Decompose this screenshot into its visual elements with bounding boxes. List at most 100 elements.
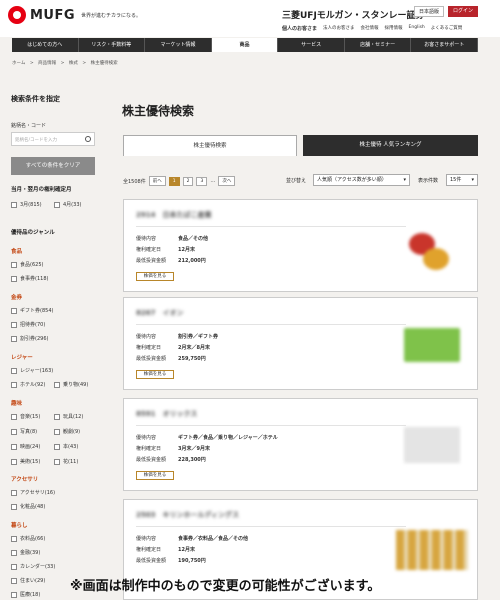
link-personal[interactable]: 個人のお客さま [282,25,317,32]
nav-beginners[interactable]: はじめての方へ [12,38,79,52]
card-title[interactable]: 2914 日本たばこ産業 [136,210,211,220]
checkbox-icon[interactable] [11,591,17,598]
checkbox-invitation[interactable]: 招待券(70) [11,321,45,328]
nav-support[interactable]: お客さまサポート [411,38,479,52]
checkbox-hotel[interactable]: ホテル(92) [11,381,45,388]
checkbox-toy[interactable]: 玩具(12) [54,413,83,420]
checkbox-flower[interactable]: 花(11) [54,458,78,465]
card-title[interactable]: 2503 キリンホールディングス [136,510,239,520]
search-input[interactable]: 銘柄名/コードを入力 [11,132,95,146]
checkbox-cosmetics[interactable]: 化粧品(48) [11,503,45,510]
checkbox-icon[interactable] [11,563,17,570]
result-card[interactable]: 8591 オリックス 優待内容 ギフト券／食品／乗り物／レジャー／ホテル 権利確定… [123,398,478,491]
checkbox-art[interactable]: 美術(15) [11,458,40,465]
checkbox-icon[interactable] [11,321,17,328]
page-3[interactable]: 3 [196,176,208,186]
checkbox-label: 本(43) [63,444,79,450]
login-button[interactable]: ログイン [448,6,478,17]
checkbox-transport[interactable]: 乗り物(49) [54,381,88,388]
checkbox-month-4[interactable]: 4月(33) [54,201,81,208]
link-company[interactable]: 会社情報 [361,25,379,32]
checkbox-icon[interactable] [11,307,17,314]
checkbox-icon[interactable] [11,381,17,388]
checkbox-icon[interactable] [54,443,60,450]
japanese-button[interactable]: 日本語版 [414,6,444,17]
checkbox-icon[interactable] [11,261,17,268]
checkbox-label: ホテル(92) [20,382,46,388]
checkbox-housing[interactable]: 住まい(29) [11,577,45,584]
mufg-logo[interactable]: MUFG 世界が進むチカラになる。 [8,6,141,24]
checkbox-icon[interactable] [11,443,17,450]
nav-services[interactable]: サービス [278,38,345,52]
chevron-down-icon: ▾ [471,177,474,183]
link-english[interactable]: English [409,25,425,32]
card-title[interactable]: 8591 オリックス [136,409,197,419]
nav-market[interactable]: マーケット情報 [145,38,212,52]
tab-search[interactable]: 株主優待検索 [123,135,297,156]
checkbox-label: 住まい(29) [20,578,46,584]
link-faq[interactable]: よくあるご質問 [431,25,463,32]
checkbox-gift[interactable]: ギフト券(854) [11,307,53,314]
checkbox-calendar[interactable]: カレンダー(33) [11,563,55,570]
checkbox-theater[interactable]: 観劇(9) [54,428,80,435]
checkbox-icon[interactable] [11,549,17,556]
row-key: 優待内容 [136,334,157,340]
next-button[interactable]: 次へ [218,176,236,186]
checkbox-finance[interactable]: 金融(39) [11,549,40,556]
checkbox-food[interactable]: 食品(625) [11,261,43,268]
checkbox-icon[interactable] [11,275,17,282]
checkbox-icon[interactable] [11,367,17,374]
sort-select[interactable]: 人気順（アクセス数が多い順） ▾ [313,174,410,186]
checkbox-leisure[interactable]: レジャー(163) [11,367,53,374]
row-value: 228,300円 [178,457,206,463]
checkbox-icon[interactable] [11,535,17,542]
checkbox-movie[interactable]: 映画(24) [11,443,40,450]
checkbox-clothing[interactable]: 衣料品(66) [11,535,45,542]
link-recruit[interactable]: 採用情報 [385,25,403,32]
result-card[interactable]: 2914 日本たばこ産業 優待内容 食品／その他 権利確定日 12月末 最低投資金額… [123,199,478,292]
per-page-select[interactable]: 15件 ▾ [446,174,478,186]
link-corporate[interactable]: 法人のお客さま [323,25,355,32]
detail-button[interactable]: 株価を見る [136,272,174,281]
per-page-label: 表示件数 [418,178,439,184]
checkbox-icon[interactable] [11,201,17,208]
checkbox-icon[interactable] [11,503,17,510]
checkbox-icon[interactable] [11,577,17,584]
checkbox-discount[interactable]: 割引券(296) [11,335,48,342]
per-page-value: 15件 [450,177,462,183]
prev-button[interactable]: 前へ [148,176,166,186]
checkbox-meal-ticket[interactable]: 食事券(118) [11,275,48,282]
checkbox-icon[interactable] [11,428,17,435]
checkbox-icon[interactable] [54,201,60,208]
checkbox-icon[interactable] [11,413,17,420]
checkbox-icon[interactable] [11,335,17,342]
page-2[interactable]: 2 [182,176,194,186]
nav-products[interactable]: 商品 [211,38,279,52]
breadcrumb[interactable]: ホーム > 商品情報 > 株式 > 株主優待検索 [12,60,118,66]
checkbox-accessory[interactable]: アクセサリ(16) [11,489,55,496]
checkbox-music[interactable]: 音楽(15) [11,413,40,420]
checkbox-icon[interactable] [54,381,60,388]
result-card[interactable]: 8267 イオン 優待内容 割引券／ギフト券 権利確定日 2月末／8月末 最低投資金… [123,297,478,390]
search-icon[interactable] [85,136,91,142]
checkbox-label: 招待券(70) [20,322,46,328]
checkbox-book[interactable]: 本(43) [54,443,78,450]
checkbox-icon[interactable] [11,489,17,496]
detail-button[interactable]: 株価を見る [136,370,174,379]
checkbox-icon[interactable] [11,458,17,465]
nav-stores[interactable]: 店舗・セミナー [345,38,412,52]
checkbox-month-3[interactable]: 3月(815) [11,201,42,208]
checkbox-label: 金融(39) [20,550,41,556]
checkbox-photo[interactable]: 写真(8) [11,428,37,435]
tab-ranking[interactable]: 株主優待 人気ランキング [303,135,478,156]
nav-risk-fees[interactable]: リスク・手数料等 [79,38,146,52]
checkbox-icon[interactable] [54,458,60,465]
clear-all-button[interactable]: すべての条件をクリア [11,157,95,175]
page-1[interactable]: 1 [168,176,180,186]
checkbox-icon[interactable] [54,428,60,435]
checkbox-icon[interactable] [54,413,60,420]
checkbox-medical[interactable]: 医療(18) [11,591,40,598]
card-title[interactable]: 8267 イオン [136,308,183,318]
row-value: 割引券／ギフト券 [178,334,219,340]
detail-button[interactable]: 株価を見る [136,471,174,480]
